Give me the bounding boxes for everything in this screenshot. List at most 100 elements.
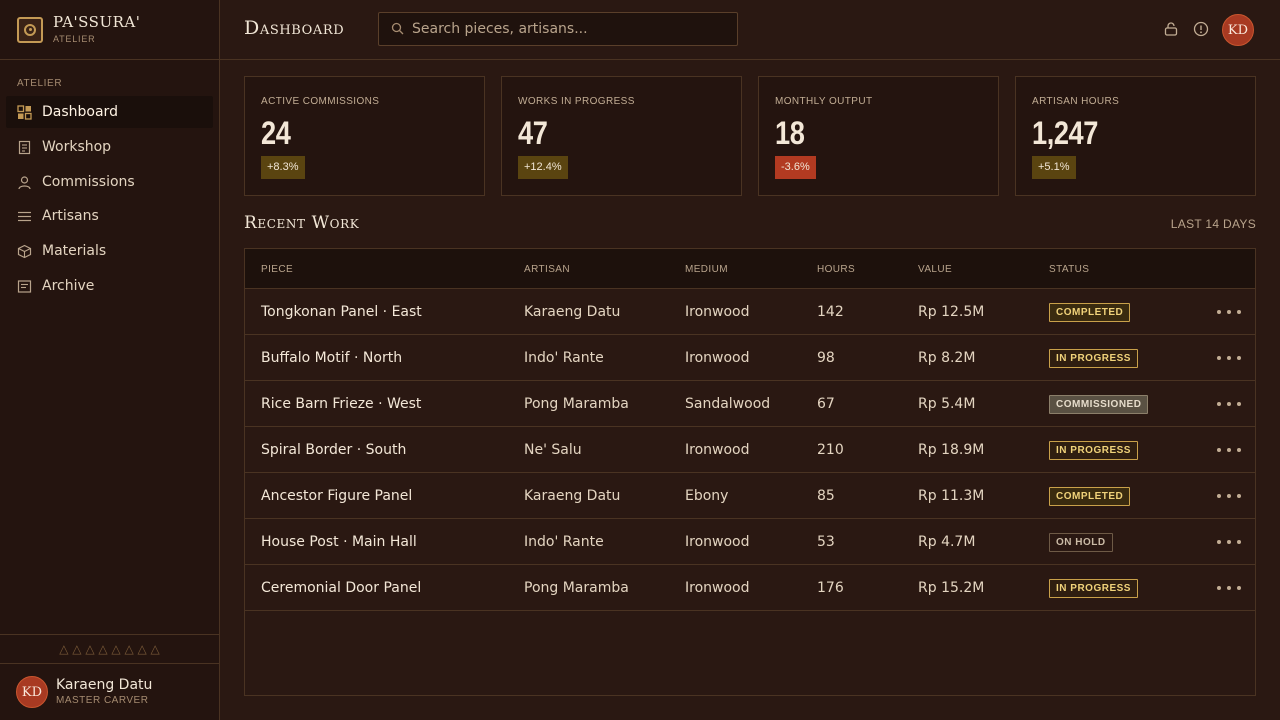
cell-value: Rp 8.2M xyxy=(918,350,976,366)
sidebar-item-artisans[interactable]: Artisans xyxy=(6,200,213,232)
cell-artisan: Pong Maramba xyxy=(524,396,629,412)
stat-card-artisan-hours[interactable]: ARTISAN HOURS 1,247 +5.1% xyxy=(1015,76,1256,196)
page-title: Dashboard xyxy=(244,17,345,39)
cell-medium: Ironwood xyxy=(685,350,750,366)
brand[interactable]: PA'SSURA' ATELIER xyxy=(0,0,219,60)
header-avatar[interactable]: KD xyxy=(1222,14,1254,46)
avatar: KD xyxy=(16,676,48,708)
dot-icon xyxy=(1217,448,1221,452)
status-badge: ON HOLD xyxy=(1049,533,1113,552)
cell-value: Rp 18.9M xyxy=(918,442,985,458)
stat-delta: -3.6% xyxy=(775,156,816,179)
cell-piece: Rice Barn Frieze · West xyxy=(261,396,422,412)
row-menu-button[interactable] xyxy=(1217,350,1241,366)
row-menu-button[interactable] xyxy=(1217,304,1241,320)
dot-icon xyxy=(1217,402,1221,406)
cell-hours: 85 xyxy=(817,488,835,504)
row-menu-button[interactable] xyxy=(1217,534,1241,550)
cell-medium: Ebony xyxy=(685,488,729,504)
cell-piece: House Post · Main Hall xyxy=(261,534,417,550)
status-badge: COMPLETED xyxy=(1049,303,1131,322)
row-menu-button[interactable] xyxy=(1217,488,1241,504)
dot-icon xyxy=(1237,448,1241,452)
dot-icon xyxy=(1227,310,1231,314)
grid-icon xyxy=(17,104,32,120)
cell-hours: 142 xyxy=(817,304,844,320)
stat-label: MONTHLY OUTPUT xyxy=(775,96,873,107)
column-header-hours[interactable]: HOURS xyxy=(817,264,855,275)
sidebar-item-label: Dashboard xyxy=(42,104,118,120)
cell-medium: Ironwood xyxy=(685,304,750,320)
user-icon xyxy=(17,175,32,190)
cell-value: Rp 11.3M xyxy=(918,488,985,504)
stat-delta: +5.1% xyxy=(1032,156,1076,179)
stat-label: WORKS IN PROGRESS xyxy=(518,96,635,107)
stat-label: ACTIVE COMMISSIONS xyxy=(261,96,380,107)
dot-icon xyxy=(1227,494,1231,498)
column-header-piece[interactable]: PIECE xyxy=(261,264,293,275)
status-badge: COMPLETED xyxy=(1049,487,1131,506)
table-row[interactable]: Tongkonan Panel · East Karaeng Datu Ironwo… xyxy=(245,289,1255,335)
row-menu-button[interactable] xyxy=(1217,580,1241,596)
stat-value: 1,247 xyxy=(1032,115,1098,151)
cell-medium: Ironwood xyxy=(685,534,750,550)
row-menu-button[interactable] xyxy=(1217,442,1241,458)
table-row[interactable]: Spiral Border · South Ne' Salu Ironwood 210… xyxy=(245,427,1255,473)
table-row[interactable]: Buffalo Motif · North Indo' Rante Ironwood… xyxy=(245,335,1255,381)
table-row[interactable]: House Post · Main Hall Indo' Rante Ironwoo… xyxy=(245,519,1255,565)
dot-icon xyxy=(1217,494,1221,498)
cell-piece: Ancestor Figure Panel xyxy=(261,488,413,504)
sidebar-item-workshop[interactable]: Workshop xyxy=(6,131,213,163)
table-row[interactable]: Rice Barn Frieze · West Pong Maramba Sanda… xyxy=(245,381,1255,427)
column-header-status[interactable]: STATUS xyxy=(1049,264,1089,275)
stat-card-works-in-progress[interactable]: WORKS IN PROGRESS 47 +12.4% xyxy=(501,76,742,196)
stat-delta: +8.3% xyxy=(261,156,305,179)
dot-icon xyxy=(1227,356,1231,360)
sidebar-item-archive[interactable]: Archive xyxy=(6,270,213,302)
table-row[interactable]: Ceremonial Door Panel Pong Maramba Ironwoo… xyxy=(245,565,1255,611)
dot-icon xyxy=(1217,586,1221,590)
alert-icon[interactable] xyxy=(1192,20,1210,38)
search-box[interactable] xyxy=(378,12,738,46)
sidebar-item-commissions[interactable]: Commissions xyxy=(6,166,213,198)
column-header-medium[interactable]: MEDIUM xyxy=(685,264,728,275)
user-role: MASTER CARVER xyxy=(56,695,149,706)
dot-icon xyxy=(1237,540,1241,544)
search-icon xyxy=(391,20,404,39)
row-menu-button[interactable] xyxy=(1217,396,1241,412)
dot-icon xyxy=(1237,310,1241,314)
brand-logo-icon xyxy=(17,16,43,43)
nav-section-label: ATELIER xyxy=(17,78,63,89)
sidebar-item-label: Commissions xyxy=(42,174,135,190)
dot-icon xyxy=(1237,402,1241,406)
sidebar-item-materials[interactable]: Materials xyxy=(6,235,213,267)
cell-piece: Buffalo Motif · North xyxy=(261,350,403,366)
cell-hours: 210 xyxy=(817,442,844,458)
dot-icon xyxy=(1217,540,1221,544)
column-header-value[interactable]: VALUE xyxy=(918,264,952,275)
user-name: Karaeng Datu xyxy=(56,677,153,693)
stat-label: ARTISAN HOURS xyxy=(1032,96,1120,107)
user-card[interactable]: KD Karaeng Datu MASTER CARVER xyxy=(0,664,219,720)
table-row[interactable]: Ancestor Figure Panel Karaeng Datu Ebony 85… xyxy=(245,473,1255,519)
dot-icon xyxy=(1237,356,1241,360)
stat-card-monthly-output[interactable]: MONTHLY OUTPUT 18 -3.6% xyxy=(758,76,999,196)
stat-card-active-commissions[interactable]: ACTIVE COMMISSIONS 24 +8.3% xyxy=(244,76,485,196)
cell-hours: 67 xyxy=(817,396,835,412)
dot-icon xyxy=(1227,402,1231,406)
cell-hours: 53 xyxy=(817,534,835,550)
table-header: PIECE ARTISAN MEDIUM HOURS VALUE STATUS xyxy=(245,249,1255,289)
ornament-border: △ △ △ △ △ △ △ △ xyxy=(0,634,219,664)
column-header-artisan[interactable]: ARTISAN xyxy=(524,264,570,275)
cell-piece: Spiral Border · South xyxy=(261,442,407,458)
sidebar-item-label: Workshop xyxy=(42,139,112,155)
clipboard-icon xyxy=(17,140,32,155)
list-icon xyxy=(17,209,32,224)
lock-icon[interactable] xyxy=(1162,20,1180,38)
search-input[interactable] xyxy=(412,21,732,37)
sidebar: PA'SSURA' ATELIER ATELIER Dashboard Work… xyxy=(0,0,220,720)
sidebar-item-label: Artisans xyxy=(42,208,99,224)
date-range-filter[interactable]: LAST 14 DAYS xyxy=(1171,217,1256,231)
sidebar-item-dashboard[interactable]: Dashboard xyxy=(6,96,213,128)
cell-value: Rp 15.2M xyxy=(918,580,985,596)
